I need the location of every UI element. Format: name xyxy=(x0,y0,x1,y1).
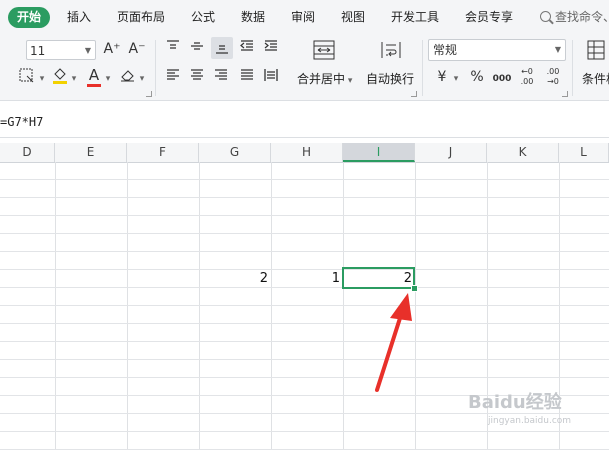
column-header-l[interactable]: L xyxy=(559,143,609,162)
column-header-row: D E F G H I J K L xyxy=(0,143,609,163)
chevron-down-icon[interactable]: ▾ xyxy=(104,70,112,88)
grid-line xyxy=(271,162,272,450)
column-header-e[interactable]: E xyxy=(55,143,127,162)
grow-font-button[interactable]: A⁺ xyxy=(103,40,121,58)
column-header-g[interactable]: G xyxy=(199,143,271,162)
number-format-select[interactable]: 常规 ▼ xyxy=(428,39,566,61)
wrap-text-button[interactable]: 自动换行 xyxy=(366,70,414,87)
merge-center-button[interactable]: 合并居中 ▾ xyxy=(297,70,352,87)
increase-indent-icon[interactable] xyxy=(262,39,280,58)
font-size-select[interactable]: 11 ▼ xyxy=(26,40,96,60)
justify-icon[interactable] xyxy=(238,68,256,87)
red-arrow-icon xyxy=(375,293,412,392)
command-search[interactable]: 查找命令、 xyxy=(540,8,609,25)
shrink-font-button[interactable]: A⁻ xyxy=(128,40,146,58)
tab-home[interactable]: 开始 xyxy=(8,7,50,28)
number-format-value: 常规 xyxy=(433,43,458,57)
tab-member[interactable]: 会员专享 xyxy=(465,8,513,25)
fill-color-icon[interactable] xyxy=(50,67,70,90)
grid-line xyxy=(0,341,609,342)
tab-page-layout[interactable]: 页面布局 xyxy=(117,8,165,25)
chevron-down-icon[interactable]: ▾ xyxy=(452,70,460,88)
conditional-format-button[interactable]: 条件格 xyxy=(582,70,609,87)
font-color-button[interactable]: A xyxy=(85,66,103,87)
column-header-d[interactable]: D xyxy=(0,143,55,162)
column-header-h[interactable]: H xyxy=(271,143,343,162)
grid-line xyxy=(0,323,609,324)
grid-line xyxy=(0,215,609,216)
column-header-i[interactable]: I xyxy=(343,143,415,162)
watermark-url: jingyan.baidu.com xyxy=(488,416,572,426)
wrap-text-icon[interactable] xyxy=(379,40,403,65)
align-top-icon[interactable] xyxy=(164,39,182,58)
number-dialog-launcher[interactable] xyxy=(562,91,568,97)
chevron-down-icon[interactable]: ▾ xyxy=(138,70,146,88)
watermark-logo: Baidu经验 xyxy=(468,392,562,413)
align-middle-icon[interactable] xyxy=(188,39,206,58)
grid-line xyxy=(0,233,609,234)
grid-line xyxy=(199,162,200,450)
tab-review[interactable]: 审阅 xyxy=(291,8,315,25)
increase-decimal-button[interactable]: ←0 .00 xyxy=(518,67,536,87)
merge-center-label: 合并居中 xyxy=(297,72,346,86)
align-bottom-icon[interactable] xyxy=(211,37,233,59)
divider xyxy=(572,40,573,96)
decrease-decimal-button[interactable]: .00 →0 xyxy=(544,67,562,87)
column-header-k[interactable]: K xyxy=(487,143,559,162)
grid-line xyxy=(0,431,609,432)
grid-line xyxy=(0,305,609,306)
menu-bar: 开始 插入 页面布局 公式 数据 审阅 视图 开发工具 会员专享 查找命令、 xyxy=(0,0,609,34)
merge-center-icon[interactable] xyxy=(311,40,337,65)
chevron-down-icon[interactable]: ▾ xyxy=(70,70,78,88)
thousands-button[interactable]: 000 xyxy=(492,70,512,88)
divider xyxy=(155,40,156,96)
chevron-down-icon: ▼ xyxy=(84,46,91,55)
eraser-icon[interactable] xyxy=(118,67,138,88)
grid-line xyxy=(0,377,609,378)
tab-formulas[interactable]: 公式 xyxy=(191,8,215,25)
font-size-value: 11 xyxy=(30,44,46,58)
ribbon-toolbar: 11 ▼ A⁺ A⁻ ▾ ▾ A ▾ ▾ 合并居中 ▾ 自动换行 常规 ▼ ¥ … xyxy=(0,34,609,101)
column-header-f[interactable]: F xyxy=(127,143,199,162)
grid-line xyxy=(0,251,609,252)
align-left-icon[interactable] xyxy=(164,68,182,87)
formula-input[interactable]: =G7*H7 xyxy=(0,115,43,129)
tab-developer[interactable]: 开发工具 xyxy=(391,8,439,25)
font-color-letter: A xyxy=(88,66,100,84)
cell-g7[interactable]: 2 xyxy=(199,270,271,288)
tab-insert[interactable]: 插入 xyxy=(67,8,91,25)
distribute-icon[interactable] xyxy=(262,68,280,87)
grid-line xyxy=(0,359,609,360)
currency-button[interactable]: ¥ xyxy=(434,68,450,86)
cell-h7[interactable]: 1 xyxy=(271,270,343,288)
divider xyxy=(422,40,423,96)
percent-button[interactable]: % xyxy=(469,68,485,86)
grid-line xyxy=(127,162,128,450)
font-dialog-launcher[interactable] xyxy=(146,91,152,97)
chevron-down-icon: ▼ xyxy=(554,45,561,54)
border-icon[interactable] xyxy=(16,68,38,89)
grid-line xyxy=(55,162,56,450)
tab-view[interactable]: 视图 xyxy=(341,8,365,25)
grid-line xyxy=(0,197,609,198)
search-label: 查找命令、 xyxy=(555,10,609,24)
decrease-indent-icon[interactable] xyxy=(238,39,256,58)
align-right-icon[interactable] xyxy=(212,68,230,87)
conditional-format-icon[interactable] xyxy=(586,40,606,65)
align-center-icon[interactable] xyxy=(188,68,206,87)
search-icon xyxy=(540,11,551,22)
formula-bar[interactable]: =G7*H7 xyxy=(0,101,609,138)
column-header-j[interactable]: J xyxy=(415,143,487,162)
grid-line xyxy=(0,179,609,180)
grid-line xyxy=(343,162,344,450)
chevron-down-icon[interactable]: ▾ xyxy=(38,70,46,88)
tab-data[interactable]: 数据 xyxy=(241,8,265,25)
alignment-dialog-launcher[interactable] xyxy=(411,91,417,97)
